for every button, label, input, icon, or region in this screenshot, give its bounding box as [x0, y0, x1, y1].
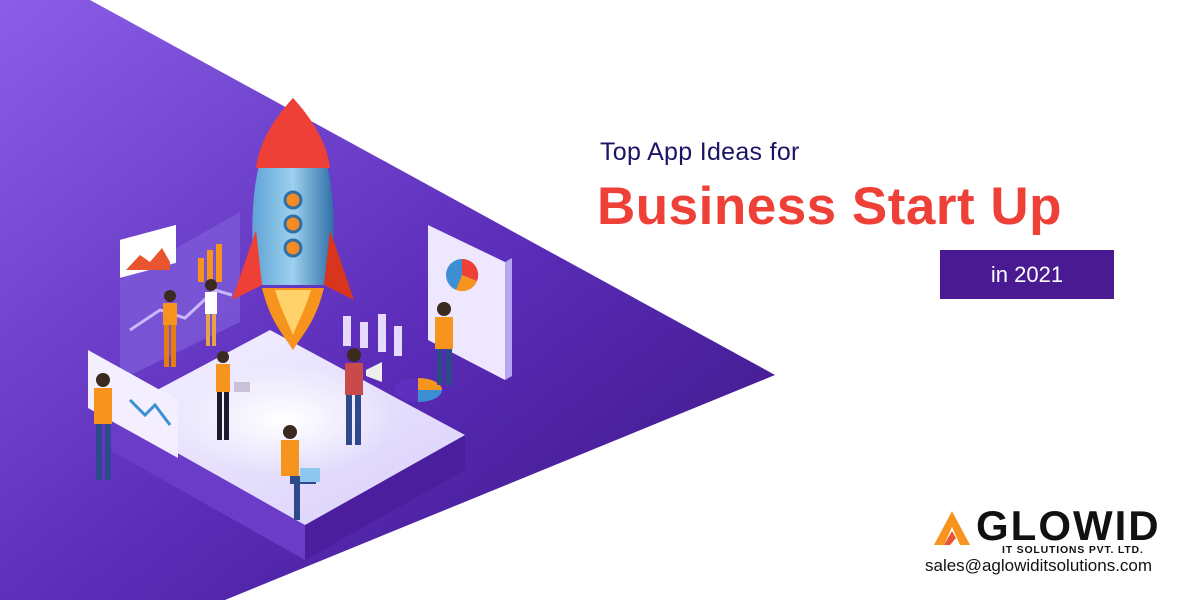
headline-main: Business Start Up	[597, 177, 1063, 236]
year-badge: in 2021	[940, 250, 1114, 299]
pie-chart-icon	[394, 378, 442, 402]
brand-tagline: IT SOLUTIONS PVT. LTD.	[1002, 544, 1144, 556]
logo-mark-icon	[934, 511, 970, 545]
laptop-icon	[234, 382, 250, 392]
headline-top-line: Top App Ideas for	[600, 138, 800, 166]
brand-logo: GLOWID	[930, 502, 1170, 549]
contact-email: sales@aglowiditsolutions.com	[925, 556, 1153, 575]
brand-name: GLOWID	[976, 502, 1161, 549]
banner: Top App Ideas for Business Start Up in 2…	[0, 0, 1200, 600]
